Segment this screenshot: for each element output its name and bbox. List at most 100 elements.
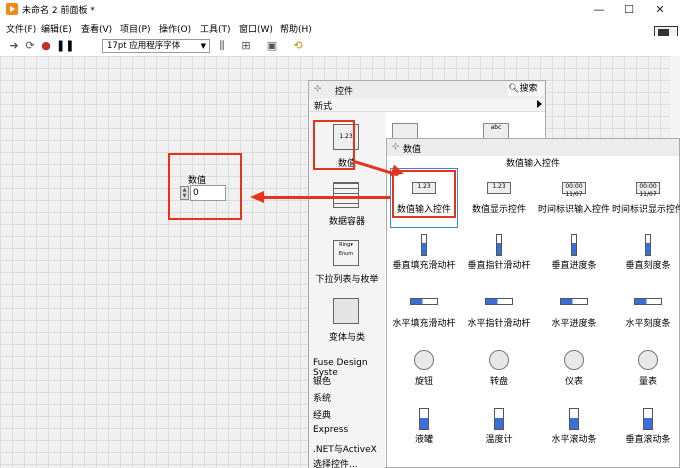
horizontal-scrollbar-icon[interactable] <box>560 408 588 430</box>
ring-enum-icon[interactable]: Ring▾ Enum <box>333 240 359 266</box>
menu-file[interactable]: 文件(F) <box>6 22 36 35</box>
subpalette-header: ⊹ 数值 <box>387 139 679 156</box>
category-ring-enum[interactable]: 下拉列表与枚举 <box>309 272 385 285</box>
icon-face <box>414 350 434 370</box>
meter-icon[interactable] <box>560 350 588 372</box>
vertical-graduated-bar-icon[interactable] <box>634 234 662 256</box>
run-arrow-icon[interactable]: ➜ <box>8 40 20 52</box>
maximize-button[interactable]: ☐ <box>614 2 644 17</box>
vertical-scrollbar-label[interactable]: 垂直滚动条 <box>610 434 680 446</box>
tank-label[interactable]: 液罐 <box>386 434 462 446</box>
palette-item-express[interactable]: Express <box>313 425 348 435</box>
timestamp-indicator-label[interactable]: 时间标识显示控件 <box>610 204 680 216</box>
palette-item-dotnet[interactable]: .NET与ActiveX <box>313 442 377 455</box>
knob-label[interactable]: 旋钮 <box>386 376 462 388</box>
palette-header: ⊹ 控件 🔍︎搜索 <box>309 81 545 98</box>
variant-class-icon[interactable] <box>333 298 359 324</box>
icon-face-text: 00:00 11/07 <box>565 183 583 198</box>
dial-icon[interactable] <box>485 350 513 372</box>
palette-item-silver[interactable]: 银色 <box>313 374 331 387</box>
palette-item-select-control[interactable]: 选择控件... <box>313 457 358 468</box>
horizontal-graduated-bar-label[interactable]: 水平刻度条 <box>610 318 680 330</box>
menu-edit[interactable]: 编辑(E) <box>41 22 72 35</box>
thermometer-label[interactable]: 温度计 <box>461 434 537 446</box>
search-button-label: 搜索 <box>519 84 538 94</box>
boolean-category-icon[interactable] <box>392 123 418 139</box>
icon-face-text: 00:00 11/07 <box>639 183 657 198</box>
menu-operate[interactable]: 操作(O) <box>159 22 191 35</box>
vertical-fill-slide-icon[interactable] <box>410 234 438 256</box>
icon-face <box>569 408 579 430</box>
icon-face-text: 1.23 <box>492 183 506 190</box>
icon-face: 1.23 <box>487 182 511 194</box>
pin-icon[interactable]: ⊹ <box>392 142 400 152</box>
vertical-scrollbar-icon[interactable] <box>634 408 662 430</box>
vertical-pointer-slide-label[interactable]: 垂直指针滑动杆 <box>461 260 537 272</box>
icon-face <box>564 350 584 370</box>
vertical-progress-bar-label[interactable]: 垂直进度条 <box>536 260 612 272</box>
timestamp-indicator-icon[interactable]: 00:00 11/07 <box>634 178 662 200</box>
chevron-down-icon: ▼ <box>200 42 206 50</box>
string-category-icon[interactable]: abc <box>483 123 509 139</box>
numeric-indicator-icon[interactable]: 1.23 <box>485 178 513 200</box>
vertical-progress-bar-icon[interactable] <box>560 234 588 256</box>
font-select-value: 17pt 应用程序字体 <box>107 41 181 51</box>
vertical-pointer-slide-icon[interactable] <box>485 234 513 256</box>
resize-objects-icon[interactable]: ▣ <box>264 40 280 52</box>
menu-view[interactable]: 查看(V) <box>81 22 112 35</box>
icon-face <box>494 408 504 430</box>
horizontal-fill-slide-icon[interactable] <box>410 292 438 314</box>
category-data-container[interactable]: 数据容器 <box>309 214 385 227</box>
dial-label[interactable]: 转盘 <box>461 376 537 388</box>
menu-project[interactable]: 项目(P) <box>120 22 150 35</box>
labview-app-icon <box>6 3 18 15</box>
horizontal-pointer-slide-icon[interactable] <box>485 292 513 314</box>
align-objects-icon[interactable]: ⫼ <box>214 40 230 52</box>
palette-item-classic[interactable]: 经典 <box>313 408 331 421</box>
menu-bar: 文件(F) 编辑(E) 查看(V) 项目(P) 操作(O) 工具(T) 窗口(W… <box>0 19 680 36</box>
horizontal-progress-bar-label[interactable]: 水平进度条 <box>536 318 612 330</box>
icon-face <box>645 234 651 256</box>
reorder-icon[interactable]: ⟲ <box>290 40 306 52</box>
menu-tools[interactable]: 工具(T) <box>200 22 231 35</box>
subpalette-subtitle: 数值输入控件 <box>505 159 560 169</box>
menu-window[interactable]: 窗口(W) <box>239 22 273 35</box>
horizontal-fill-slide-label[interactable]: 水平填充滑动杆 <box>386 318 462 330</box>
font-select[interactable]: 17pt 应用程序字体 ▼ <box>102 39 210 53</box>
thermometer-icon[interactable] <box>485 408 513 430</box>
palette-title: 控件 <box>335 87 354 97</box>
category-variant-class[interactable]: 变体与类 <box>309 330 385 343</box>
icon-face <box>410 298 438 305</box>
knob-icon[interactable] <box>410 350 438 372</box>
timestamp-control-icon[interactable]: 00:00 11/07 <box>560 178 588 200</box>
numeric-indicator-label[interactable]: 数值显示控件 <box>461 204 537 216</box>
tank-icon[interactable] <box>410 408 438 430</box>
meter-label[interactable]: 仪表 <box>536 376 612 388</box>
abort-icon[interactable]: ● <box>40 40 52 52</box>
pause-icon[interactable]: ❚❚ <box>56 40 74 52</box>
vertical-graduated-bar-label[interactable]: 垂直刻度条 <box>610 260 680 272</box>
minimize-button[interactable]: — <box>584 2 614 17</box>
pin-icon[interactable]: ⊹ <box>314 84 322 94</box>
icon-face <box>496 234 502 256</box>
horizontal-pointer-slide-label[interactable]: 水平指针滑动杆 <box>461 318 537 330</box>
vertical-fill-slide-label[interactable]: 垂直填充滑动杆 <box>386 260 462 272</box>
menu-help[interactable]: 帮助(H) <box>280 22 312 35</box>
search-button[interactable]: 🔍︎搜索 <box>508 82 544 96</box>
icon-face <box>571 234 577 256</box>
palette-section-modern[interactable]: 新式 <box>309 98 545 112</box>
timestamp-control-label[interactable]: 时间标识输入控件 <box>536 204 612 216</box>
horizontal-scrollbar-label[interactable]: 水平滚动条 <box>536 434 612 446</box>
distribute-objects-icon[interactable]: ⊞ <box>238 40 254 52</box>
icon-face <box>421 234 427 256</box>
close-button[interactable]: ✕ <box>645 2 675 17</box>
enum-icon-text: Enum <box>338 251 354 257</box>
gauge-label[interactable]: 量表 <box>610 376 680 388</box>
palette-item-system[interactable]: 系统 <box>313 391 331 404</box>
icon-face: 00:00 11/07 <box>562 182 586 198</box>
horizontal-progress-bar-icon[interactable] <box>560 292 588 314</box>
horizontal-graduated-bar-icon[interactable] <box>634 292 662 314</box>
data-container-icon[interactable] <box>333 182 359 208</box>
run-continuously-icon[interactable]: ⟳ <box>24 40 36 52</box>
gauge-icon[interactable] <box>634 350 662 372</box>
